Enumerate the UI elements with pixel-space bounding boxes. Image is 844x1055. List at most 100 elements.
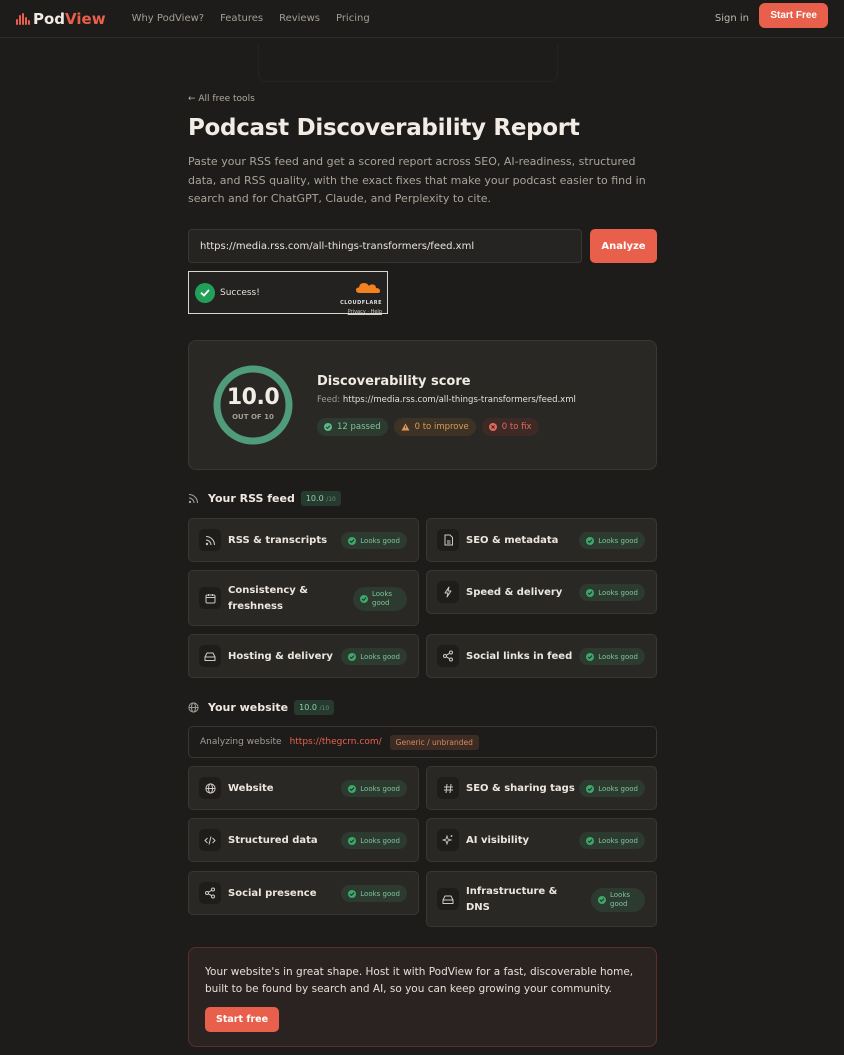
check-seo-sharing-tags[interactable]: SEO & sharing tags Looks good bbox=[426, 766, 657, 810]
fix-pill: 0 to fix bbox=[481, 418, 539, 436]
feed-prefix: Feed: bbox=[317, 395, 341, 405]
rss-section-title: Your RSS feed bbox=[208, 492, 295, 505]
cloudflare-badge: CLOUDFLARE Privacy · Help bbox=[340, 279, 382, 315]
main-nav: Why PodView? Features Reviews Pricing bbox=[132, 13, 370, 24]
check-label: Consistency & freshness bbox=[228, 585, 308, 612]
status-badge: Looks good bbox=[341, 780, 407, 797]
back-to-tools-link[interactable]: ← All free tools bbox=[188, 94, 255, 104]
rss-section-score: 10.0 /10 bbox=[300, 491, 341, 506]
rss-feed-input[interactable] bbox=[188, 229, 582, 263]
captcha-status: Success! bbox=[220, 287, 260, 298]
rss-icon bbox=[188, 493, 199, 504]
status-badge: Looks good bbox=[579, 532, 645, 549]
website-section-score: 10.0 /10 bbox=[294, 700, 335, 715]
check-icon bbox=[348, 652, 357, 661]
score-value: 10.0 bbox=[226, 385, 280, 410]
cloudflare-cloud-icon bbox=[356, 283, 380, 293]
check-structured-data[interactable]: Structured data Looks good bbox=[188, 818, 419, 862]
check-icon bbox=[586, 652, 595, 661]
nav-reviews[interactable]: Reviews bbox=[279, 13, 320, 24]
captcha-help-link[interactable]: Help bbox=[371, 309, 382, 315]
check-label: SEO & sharing tags bbox=[466, 783, 575, 794]
check-label: RSS & transcripts bbox=[228, 535, 328, 546]
check-icon bbox=[348, 536, 357, 545]
lightning-icon bbox=[437, 581, 459, 603]
improve-pill: 0 to improve bbox=[393, 418, 476, 436]
status-badge: Looks good bbox=[341, 532, 407, 549]
check-label: Hosting & delivery bbox=[228, 651, 333, 662]
check-website[interactable]: Website Looks good bbox=[188, 766, 419, 810]
score-label: Discoverability score bbox=[317, 374, 471, 389]
status-badge: Looks good bbox=[591, 888, 645, 912]
error-icon bbox=[488, 423, 497, 431]
check-icon bbox=[324, 423, 332, 431]
hosting-cta-card: Your website's in great shape. Host it w… bbox=[188, 947, 657, 1047]
check-label: Speed & delivery bbox=[466, 587, 563, 598]
document-icon bbox=[437, 529, 459, 551]
rss-section-header: Your RSS feed 10.0 /10 bbox=[188, 491, 341, 506]
rss-icon bbox=[199, 529, 221, 551]
sign-in-link[interactable]: Sign in bbox=[715, 13, 749, 24]
cloudflare-captcha[interactable]: Success! CLOUDFLARE Privacy · Help bbox=[188, 271, 388, 315]
check-consistency-freshness[interactable]: Consistency & freshness Looks good bbox=[188, 570, 419, 626]
page-description: Paste your RSS feed and get a scored rep… bbox=[188, 155, 646, 205]
check-social-presence[interactable]: Social presence Looks good bbox=[188, 871, 419, 915]
podview-logo[interactable]: Pod View bbox=[16, 10, 106, 28]
globe-icon bbox=[199, 777, 221, 799]
nav-why-podview[interactable]: Why PodView? bbox=[132, 13, 205, 24]
cta-message: Your website's in great shape. Host it w… bbox=[205, 966, 634, 995]
check-label: AI visibility bbox=[466, 835, 530, 846]
status-badge: Looks good bbox=[341, 885, 407, 902]
page-title: Podcast Discoverability Report bbox=[188, 115, 580, 141]
check-icon bbox=[598, 896, 606, 904]
warning-icon bbox=[401, 423, 410, 431]
share-icon bbox=[437, 645, 459, 667]
check-social-links-feed[interactable]: Social links in feed Looks good bbox=[426, 634, 657, 678]
check-hosting-delivery[interactable]: Hosting & delivery Looks good bbox=[188, 634, 419, 678]
check-icon bbox=[348, 784, 357, 793]
improve-count: 0 to improve bbox=[414, 422, 469, 432]
start-free-button[interactable]: Start Free bbox=[759, 3, 828, 28]
nav-pricing[interactable]: Pricing bbox=[336, 13, 370, 24]
status-badge: Looks good bbox=[341, 832, 407, 849]
check-seo-metadata[interactable]: SEO & metadata Looks good bbox=[426, 518, 657, 562]
check-infrastructure-dns[interactable]: Infrastructure & DNS Looks good bbox=[426, 871, 657, 927]
check-icon bbox=[586, 536, 595, 545]
code-icon bbox=[199, 829, 221, 851]
fix-count: 0 to fix bbox=[501, 422, 532, 432]
check-icon bbox=[348, 836, 357, 845]
score-summary-pills: 12 passed 0 to improve 0 to fix bbox=[317, 418, 539, 436]
analyzing-label: Analyzing website bbox=[200, 737, 282, 747]
check-icon bbox=[586, 588, 595, 597]
check-label: SEO & metadata bbox=[466, 535, 559, 546]
check-label: Website bbox=[228, 783, 274, 794]
analyze-button[interactable]: Analyze bbox=[590, 229, 657, 263]
status-badge: Looks good bbox=[579, 648, 645, 665]
share-icon bbox=[199, 882, 221, 904]
captcha-privacy-link[interactable]: Privacy bbox=[348, 309, 366, 315]
status-badge: Looks good bbox=[353, 587, 407, 611]
success-check-icon bbox=[195, 282, 215, 303]
website-section-title: Your website bbox=[208, 701, 289, 714]
calendar-icon bbox=[199, 587, 221, 609]
nav-features[interactable]: Features bbox=[220, 13, 263, 24]
hashtag-icon bbox=[437, 777, 459, 799]
check-icon bbox=[348, 889, 357, 898]
check-icon bbox=[586, 784, 595, 793]
passed-pill: 12 passed bbox=[317, 418, 388, 436]
check-rss-transcripts[interactable]: RSS & transcripts Looks good bbox=[188, 518, 419, 562]
website-url-link[interactable]: https://thegcrn.com/ bbox=[290, 737, 382, 747]
check-ai-visibility[interactable]: AI visibility Looks good bbox=[426, 818, 657, 862]
check-speed-delivery[interactable]: Speed & delivery Looks good bbox=[426, 570, 657, 614]
globe-icon bbox=[188, 702, 199, 713]
status-badge: Looks good bbox=[579, 584, 645, 601]
check-label: Social presence bbox=[228, 888, 317, 899]
feed-url: https://media.rss.com/all-things-transfo… bbox=[342, 395, 576, 405]
cta-start-free-button[interactable]: Start free bbox=[205, 1007, 280, 1032]
site-type-badge: Generic / unbranded bbox=[389, 734, 479, 750]
score-out-of: OUT OF 10 bbox=[232, 413, 274, 421]
sparkles-icon bbox=[437, 829, 459, 851]
status-badge: Looks good bbox=[579, 832, 645, 849]
cloudflare-wordmark: CLOUDFLARE bbox=[340, 300, 382, 306]
website-section-header: Your website 10.0 /10 bbox=[188, 700, 335, 715]
